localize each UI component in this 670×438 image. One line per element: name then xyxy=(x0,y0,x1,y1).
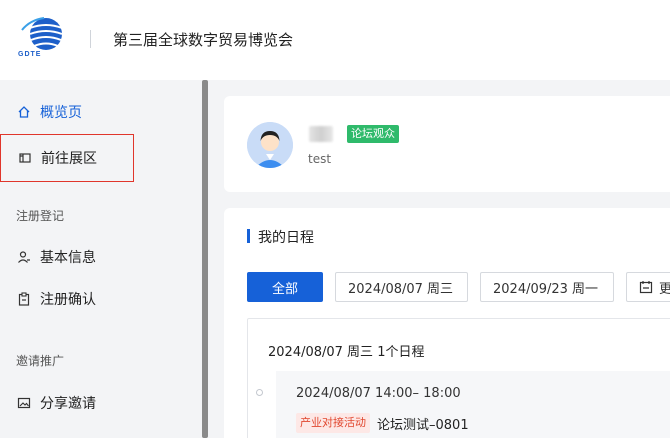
timeline-dot xyxy=(256,389,263,396)
schedule-list: 2024/08/07 周三 1个日程 2024/08/07 14:00– 18:… xyxy=(247,318,670,438)
top-header: GDTE 第三届全球数字贸易博览会 xyxy=(0,0,670,80)
end-date-picker[interactable]: 2024/09/23 周一 xyxy=(480,272,614,302)
filter-all-button[interactable]: 全部 xyxy=(247,272,323,302)
more-filter-button[interactable]: 更 xyxy=(626,272,670,302)
image-icon xyxy=(16,395,32,411)
sidebar-group-title: 邀请推广 xyxy=(16,354,65,368)
event-card[interactable]: 2024/08/07 14:00– 18:00 产业对接活动 论坛测试–0801 xyxy=(276,371,670,438)
home-icon xyxy=(16,104,32,120)
event-type-badge: 产业对接活动 xyxy=(296,413,370,433)
schedule-card: 我的日程 全部 2024/08/07 周三 2024/09/23 周一 更 20… xyxy=(224,208,670,438)
sidebar-group-title: 注册登记 xyxy=(16,209,65,223)
role-badge: 论坛观众 xyxy=(347,125,399,143)
user-name-redacted xyxy=(309,126,333,142)
calendar-icon xyxy=(639,280,653,294)
start-date-picker[interactable]: 2024/08/07 周三 xyxy=(335,272,468,302)
clipboard-icon xyxy=(16,291,32,307)
logo-text: GDTE xyxy=(18,51,42,58)
sidebar-item-exhibition[interactable]: 前往展区 xyxy=(0,134,134,182)
event-time: 2024/08/07 14:00– 18:00 xyxy=(296,386,461,401)
sidebar-item-share-invite[interactable]: 分享邀请 xyxy=(0,383,200,423)
end-date-value: 2024/09/23 周一 xyxy=(493,281,599,297)
sidebar-item-overview[interactable]: 概览页 xyxy=(0,92,200,132)
exhibition-icon xyxy=(17,150,33,166)
more-filter-label: 更 xyxy=(659,281,670,297)
sidebar-item-label: 前往展区 xyxy=(41,151,97,167)
day-header: 2024/08/07 周三 1个日程 xyxy=(268,345,425,360)
user-icon xyxy=(16,249,32,265)
header-divider xyxy=(90,30,91,48)
section-title: 我的日程 xyxy=(258,230,314,246)
sidebar-item-label: 注册确认 xyxy=(40,292,96,308)
event-name[interactable]: 论坛测试–0801 xyxy=(377,414,469,433)
sidebar-item-basic-info[interactable]: 基本信息 xyxy=(0,237,200,277)
sidebar-item-registration-confirm[interactable]: 注册确认 xyxy=(0,279,200,319)
sidebar: 概览页 前往展区 注册登记 基本信息 注册确认 邀请推广 分享邀请 xyxy=(0,80,202,438)
sidebar-item-label: 分享邀请 xyxy=(40,396,96,412)
sidebar-item-label: 概览页 xyxy=(40,105,82,121)
section-accent-bar xyxy=(247,229,250,243)
profile-card: 论坛观众 test xyxy=(224,96,670,192)
page-title: 第三届全球数字贸易博览会 xyxy=(113,31,294,49)
start-date-value: 2024/08/07 周三 xyxy=(348,281,454,297)
username: test xyxy=(308,152,332,166)
sidebar-scrollbar[interactable] xyxy=(202,80,208,438)
sidebar-item-label: 基本信息 xyxy=(40,250,96,266)
avatar[interactable] xyxy=(247,122,293,168)
